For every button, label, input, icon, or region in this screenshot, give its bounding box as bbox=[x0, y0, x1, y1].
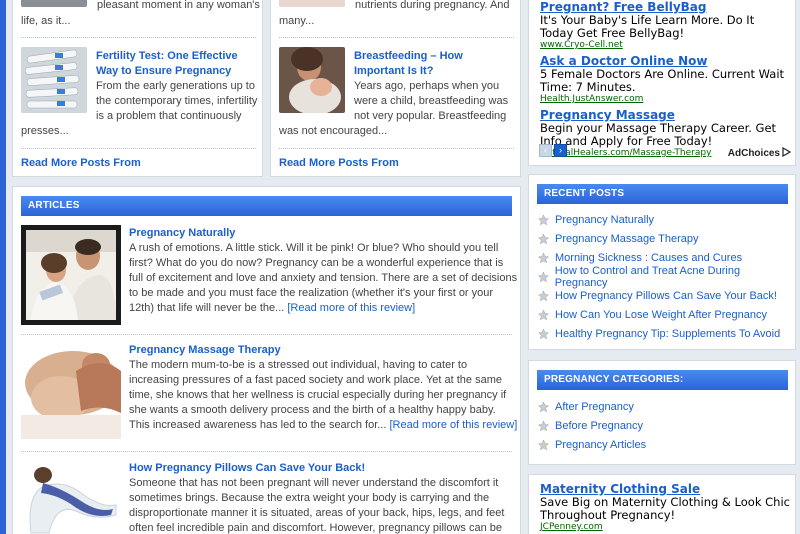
category-link[interactable]: Before Pregnancy bbox=[555, 420, 643, 432]
recent-post-item[interactable]: Pregnancy Naturally bbox=[537, 210, 792, 229]
recent-post-link[interactable]: How to Control and Treat Acne During Pre… bbox=[555, 265, 792, 289]
categories-list: After Pregnancy Before Pregnancy Pregnan… bbox=[537, 397, 792, 454]
ad-url[interactable]: Health.JustAnswer.com bbox=[540, 94, 790, 104]
star-icon bbox=[537, 289, 550, 301]
recent-posts-list: Pregnancy Naturally Pregnancy Massage Th… bbox=[537, 210, 792, 343]
post-text-top-left-1: pleasant moment in any woman's bbox=[97, 0, 260, 11]
star-icon bbox=[537, 438, 550, 450]
article-text-massage: The modern mum-to-be is a stressed out i… bbox=[129, 358, 519, 433]
post-thumb-fertility[interactable] bbox=[21, 47, 87, 113]
recent-post-link[interactable]: Morning Sickness : Causes and Cures bbox=[555, 252, 742, 264]
article-image-pillows[interactable] bbox=[21, 463, 121, 534]
article-image-pregnancy-naturally[interactable] bbox=[21, 225, 121, 325]
category-item[interactable]: Pregnancy Articles bbox=[537, 435, 792, 454]
ad-prev-button[interactable]: ‹ bbox=[539, 144, 552, 157]
ad-title[interactable]: Pregnant? Free BellyBag bbox=[540, 0, 790, 14]
post-panel-left: pleasant moment in any woman's life, as … bbox=[12, 0, 263, 177]
star-icon bbox=[537, 251, 550, 263]
divider bbox=[279, 37, 514, 38]
recent-post-link[interactable]: Pregnancy Massage Therapy bbox=[555, 233, 699, 245]
category-link[interactable]: After Pregnancy bbox=[555, 401, 634, 413]
recent-post-item[interactable]: Pregnancy Massage Therapy bbox=[537, 229, 792, 248]
post-text-fertility-b: presses... bbox=[21, 125, 69, 137]
star-icon bbox=[537, 308, 550, 320]
article-title-massage[interactable]: Pregnancy Massage Therapy bbox=[129, 344, 281, 356]
post-text-top-right-1: nutrients during pregnancy. And bbox=[355, 0, 510, 11]
post-text-breastfeeding-b: was not encouraged... bbox=[279, 125, 388, 137]
read-more-link[interactable]: [Read more of this review] bbox=[287, 302, 415, 314]
star-icon bbox=[537, 232, 550, 244]
star-icon bbox=[537, 419, 550, 431]
read-more-link[interactable]: [Read more of this review] bbox=[389, 419, 517, 431]
ad-url[interactable]: JCPenney.com bbox=[540, 522, 790, 532]
chevron-left-icon: ‹ bbox=[544, 145, 547, 155]
ad-text: Save Big on Maternity Clothing & Look Ch… bbox=[540, 495, 790, 522]
pregnant-massage-image bbox=[21, 343, 121, 439]
articles-panel: ARTICLES Pregnancy Naturally A rush of e… bbox=[12, 186, 521, 534]
post-thumb-top-right bbox=[279, 0, 345, 7]
star-icon bbox=[537, 400, 550, 412]
post-title-breastfeeding[interactable]: Breastfeeding – How Important Is It? bbox=[354, 49, 516, 79]
ad-next-button[interactable]: › bbox=[554, 144, 567, 157]
post-panel-right: nutrients during pregnancy. And many... … bbox=[270, 0, 521, 177]
couple-pregnancy-test-image bbox=[26, 230, 116, 320]
article-title-pregnancy-naturally[interactable]: Pregnancy Naturally bbox=[129, 227, 235, 239]
recent-post-link[interactable]: How Can You Lose Weight After Pregnancy bbox=[555, 309, 767, 321]
recent-post-link[interactable]: How Pregnancy Pillows Can Save Your Back… bbox=[555, 290, 777, 302]
ad-text: Begin your Massage Therapy Career. Get I… bbox=[540, 121, 777, 148]
ad-text: It's Your Baby's Life Learn More. Do It … bbox=[540, 13, 755, 40]
adchoices-icon[interactable] bbox=[782, 146, 792, 158]
recent-post-item[interactable]: How Can You Lose Weight After Pregnancy bbox=[537, 305, 792, 324]
article-title-pillows[interactable]: How Pregnancy Pillows Can Save Your Back… bbox=[129, 462, 365, 474]
recent-posts-header: RECENT POSTS bbox=[537, 184, 788, 204]
chevron-right-icon: › bbox=[559, 145, 562, 155]
read-more-link-right[interactable]: Read More Posts From bbox=[279, 157, 399, 169]
ad-title[interactable]: Ask a Doctor Online Now bbox=[540, 54, 790, 68]
pregnancy-pillow-image bbox=[21, 463, 121, 534]
recent-post-link[interactable]: Healthy Pregnancy Tip: Supplements To Av… bbox=[555, 328, 780, 340]
ad-list: Pregnant? Free BellyBag It's Your Baby's… bbox=[540, 0, 790, 158]
adchoices-link[interactable]: AdChoices bbox=[728, 148, 780, 159]
article-text-pregnancy-naturally: A rush of emotions. A little stick. Will… bbox=[129, 241, 519, 316]
post-title-fertility[interactable]: Fertility Test: One Effective Way to Ens… bbox=[96, 49, 256, 79]
recent-post-item[interactable]: How to Control and Treat Acne During Pre… bbox=[537, 265, 792, 289]
star-icon bbox=[537, 327, 550, 339]
breastfeeding-image bbox=[279, 47, 345, 113]
ad-title[interactable]: Pregnancy Massage bbox=[540, 108, 790, 122]
star-icon bbox=[537, 213, 550, 225]
star-icon bbox=[537, 270, 550, 282]
post-thumb-breastfeeding[interactable] bbox=[279, 47, 345, 113]
recent-post-item[interactable]: How Pregnancy Pillows Can Save Your Back… bbox=[537, 286, 792, 305]
divider bbox=[21, 451, 512, 452]
post-text-breastfeeding-a: Years ago, perhaps when you were a child… bbox=[354, 80, 509, 122]
article-text-pillows: Someone that has not been pregnant will … bbox=[129, 477, 505, 534]
read-more-link-left[interactable]: Read More Posts From bbox=[21, 157, 141, 169]
post-text-top-right-2: many... bbox=[279, 15, 315, 27]
category-link[interactable]: Pregnancy Articles bbox=[555, 439, 646, 451]
category-item[interactable]: After Pregnancy bbox=[537, 397, 792, 416]
post-text-fertility-a: From the early generations up to the con… bbox=[96, 80, 258, 122]
article-image-massage[interactable] bbox=[21, 343, 121, 439]
ad-panel-top: Pregnant? Free BellyBag It's Your Baby's… bbox=[528, 0, 796, 166]
recent-post-item[interactable]: Healthy Pregnancy Tip: Supplements To Av… bbox=[537, 324, 792, 343]
ad-panel-bottom: Maternity Clothing Sale Save Big on Mate… bbox=[528, 474, 796, 534]
divider bbox=[21, 148, 256, 149]
ad-title[interactable]: Maternity Clothing Sale bbox=[540, 482, 790, 496]
post-text-top-left-2: life, as it... bbox=[21, 15, 71, 27]
ad-text: 5 Female Doctors Are Online. Current Wai… bbox=[540, 67, 785, 94]
recent-post-link[interactable]: Pregnancy Naturally bbox=[555, 214, 654, 226]
categories-header: PREGNANCY CATEGORIES: bbox=[537, 370, 788, 390]
post-thumb-top-left bbox=[21, 0, 87, 7]
ad-url[interactable]: www.Cryo-Cell.net bbox=[540, 40, 790, 50]
left-edge-bar bbox=[0, 0, 6, 534]
fertility-tests-image bbox=[21, 47, 87, 113]
ad-bottom: Maternity Clothing Sale Save Big on Mate… bbox=[540, 482, 790, 532]
divider bbox=[279, 148, 514, 149]
articles-header: ARTICLES bbox=[21, 196, 512, 216]
categories-panel: PREGNANCY CATEGORIES: After Pregnancy Be… bbox=[528, 360, 796, 465]
category-item[interactable]: Before Pregnancy bbox=[537, 416, 792, 435]
divider bbox=[21, 334, 512, 335]
divider bbox=[21, 37, 256, 38]
recent-posts-panel: RECENT POSTS Pregnancy Naturally Pregnan… bbox=[528, 174, 796, 350]
